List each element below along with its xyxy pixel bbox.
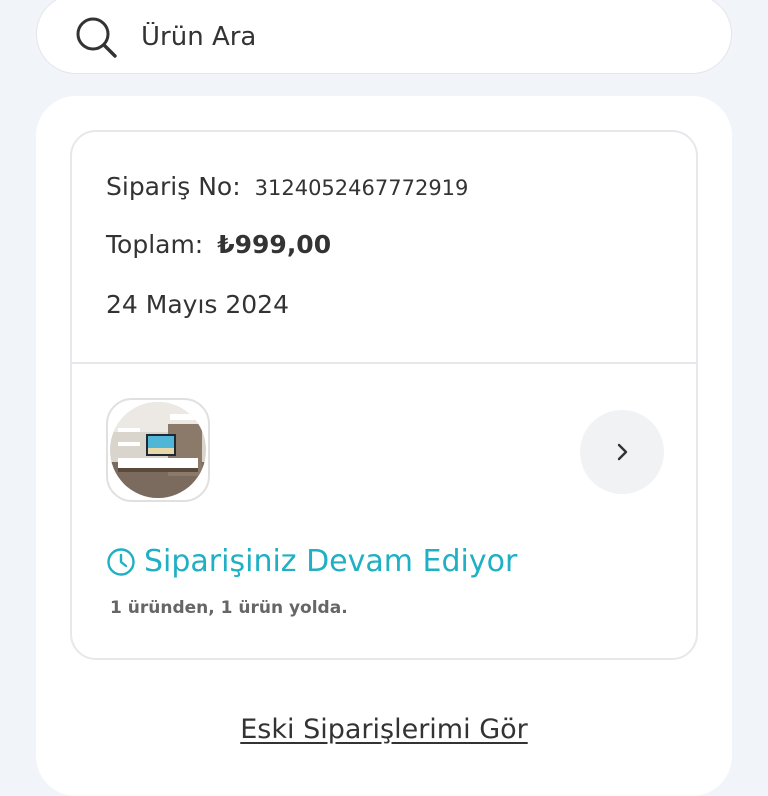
search-icon: [76, 17, 117, 58]
order-date-row: 24 Mayıs 2024: [106, 290, 289, 319]
order-status: Siparişiniz Devam Ediyor: [106, 544, 517, 579]
order-status-detail: 1 üründen, 1 ürün yolda.: [110, 598, 348, 618]
order-date: 24 Mayıs 2024: [106, 290, 289, 319]
chevron-right-icon: [617, 443, 628, 461]
order-total-value: ₺999,00: [217, 230, 332, 259]
old-orders-link[interactable]: Eski Siparişlerimi Gör: [0, 714, 768, 745]
order-total-label: Toplam:: [106, 230, 204, 259]
tv-unit-product-image: [110, 402, 206, 498]
search-bar[interactable]: [36, 0, 732, 74]
product-thumbnail[interactable]: [106, 398, 210, 502]
clock-icon: [107, 547, 135, 576]
order-number-row: Sipariş No: 3124052467772919: [106, 172, 468, 201]
order-number-label: Sipariş No:: [106, 172, 241, 201]
order-total-row: Toplam: ₺999,00: [106, 230, 331, 259]
order-detail-button[interactable]: [580, 410, 664, 494]
order-number-value: 3124052467772919: [254, 176, 469, 200]
order-card[interactable]: Sipariş No: 3124052467772919 Toplam: ₺99…: [70, 130, 698, 660]
order-status-text: Siparişiniz Devam Ediyor: [144, 544, 518, 579]
search-input[interactable]: [141, 15, 701, 59]
card-divider: [72, 362, 696, 364]
